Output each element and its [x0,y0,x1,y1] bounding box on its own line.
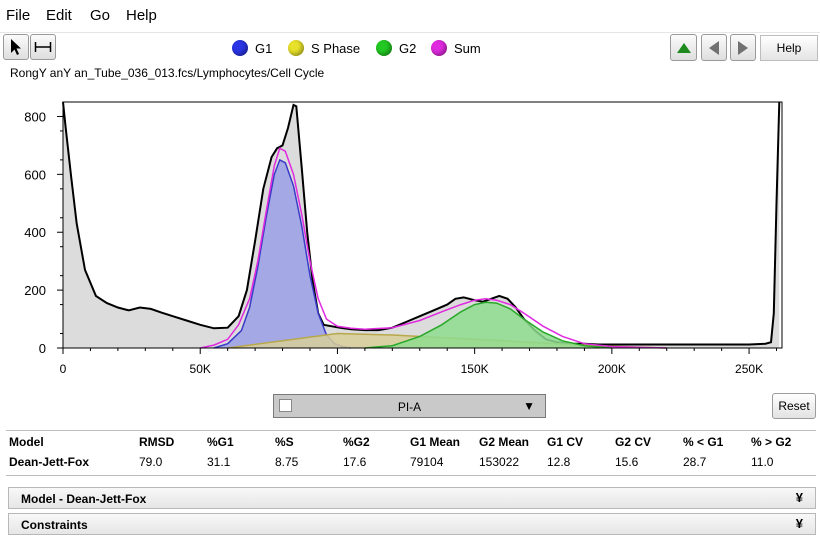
value-pct-below-g1: 28.7 [683,455,707,469]
header-g1-cv: G1 CV [547,435,584,449]
range-gate-icon [34,42,52,52]
value-g2-cv: 15.6 [615,455,639,469]
legend-label: S Phase [311,40,361,56]
constraints-panel-title: Constraints [21,518,88,532]
menu-go[interactable]: Go [90,7,110,24]
value-g2-mean: 153022 [479,455,520,469]
results-header-row: Model RMSD %G1 %S %G2 G1 Mean G2 Mean G1… [6,435,816,453]
x-tick-label: 200K [598,362,626,376]
results-table: Model RMSD %G1 %S %G2 G1 Mean G2 Mean G1… [6,430,816,476]
value-g1-cv: 12.8 [547,455,571,469]
x-tick-label: 50K [190,362,211,376]
legend-g1: G1 [232,38,272,58]
y-tick-label: 200 [24,283,46,298]
legend-sum: Sum [431,38,481,58]
dropdown-arrow-icon: ▼ [523,399,535,413]
cell-cycle-histogram[interactable]: 0 50K 100K 150K 200K 250K 0 200 400 600 800 [0,88,820,388]
parameter-value: PI-A [397,400,422,414]
results-value-row: Dean-Jett-Fox 79.0 31.1 8.75 17.6 79104 … [6,455,816,473]
value-pct-g2: 17.6 [343,455,367,469]
expand-chevron-icon[interactable]: ¥ [796,516,803,531]
previous-button[interactable] [701,34,727,61]
y-tick-label: 800 [24,109,46,124]
x-tick-label: 150K [461,362,489,376]
x-tick-label: 250K [735,362,763,376]
header-g2-cv: G2 CV [615,435,652,449]
y-tick-label: 600 [24,167,46,182]
triangle-left-icon [709,40,719,55]
plot-area [62,101,783,349]
g2-ball-icon [376,40,392,56]
y-tick-label: 0 [39,341,46,356]
triangle-up-icon [676,42,691,53]
file-path: RongY anY an_Tube_036_013.fcs/Lymphocyte… [10,66,325,80]
up-button[interactable] [670,34,697,61]
menu-help[interactable]: Help [126,7,157,24]
header-pct-g1: %G1 [207,435,234,449]
header-g2-mean: G2 Mean [479,435,530,449]
model-panel-title: Model - Dean-Jett-Fox [21,492,147,506]
legend-g2: G2 [376,38,416,58]
header-pct-s: %S [275,435,294,449]
header-pct-g2: %G2 [343,435,370,449]
range-tool-button[interactable] [30,34,56,60]
header-rmsd: RMSD [139,435,175,449]
legend-label: Sum [454,40,481,56]
x-tick-label: 100K [323,362,351,376]
expand-chevron-icon[interactable]: ¥ [796,490,803,505]
y-tick-label: 400 [24,225,46,240]
parameter-select[interactable]: PI-A ▼ [273,394,546,418]
header-model: Model [9,435,44,449]
reset-button[interactable]: Reset [772,393,816,419]
legend-s-phase: S Phase [288,38,360,58]
legend-label: G2 [399,40,417,56]
next-button[interactable] [730,34,756,61]
sum-ball-icon [431,40,447,56]
legend-label: G1 [255,40,273,56]
menu-edit[interactable]: Edit [46,7,72,24]
triangle-right-icon [738,40,748,55]
header-pct-above-g2: % > G2 [751,435,792,449]
help-button[interactable]: Help [760,35,818,61]
s-phase-ball-icon [288,40,304,56]
value-pct-s: 8.75 [275,455,299,469]
menu-bar: File Edit Go Help [0,0,820,33]
value-g1-mean: 79104 [410,455,444,469]
arrow-pointer-icon [11,39,21,55]
menu-file[interactable]: File [6,7,30,24]
header-pct-below-g1: % < G1 [683,435,724,449]
value-rmsd: 79.0 [139,455,163,469]
value-pct-above-g2: 11.0 [751,455,774,469]
value-model: Dean-Jett-Fox [9,455,90,469]
value-pct-g1: 31.1 [207,455,231,469]
g1-ball-icon [232,40,248,56]
model-panel-header[interactable]: Model - Dean-Jett-Fox ¥ [8,487,816,509]
constraints-panel-header[interactable]: Constraints ¥ [8,513,816,535]
pointer-tool-button[interactable] [3,34,29,60]
x-tick-label: 0 [60,362,67,376]
header-g1-mean: G1 Mean [410,435,461,449]
